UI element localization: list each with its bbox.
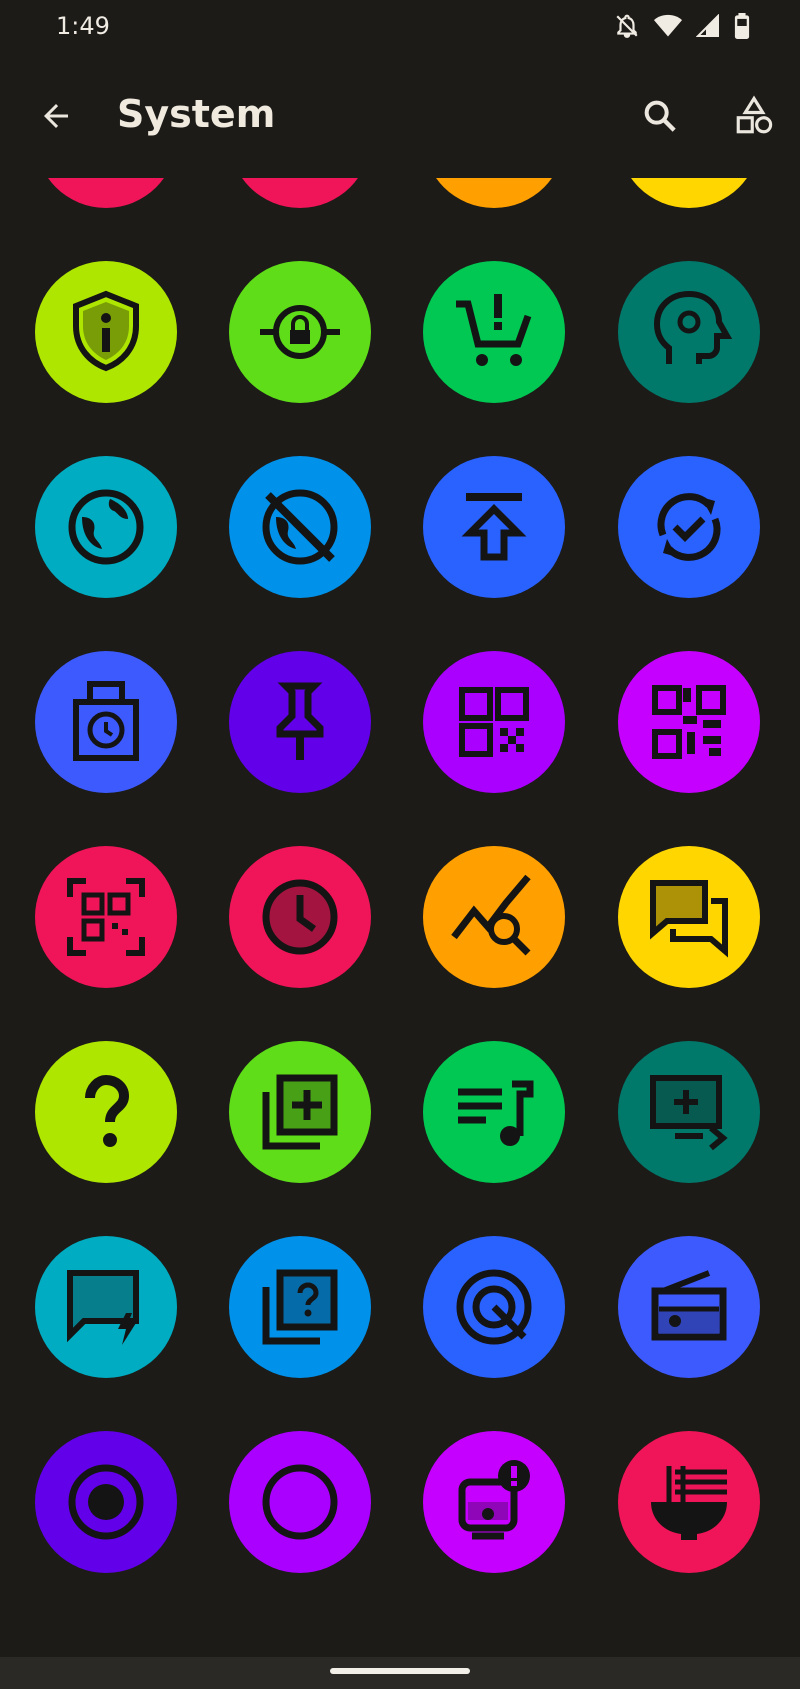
app-bar: System [0,70,800,166]
back-button[interactable] [28,88,84,144]
status-icons [614,12,750,40]
icon-tile[interactable] [229,1236,371,1378]
icon-tile[interactable] [35,456,177,598]
icon-tile[interactable] [618,846,760,988]
icon-tile[interactable] [423,1041,565,1183]
query-stats-icon [451,874,531,956]
clock-icon [262,879,338,955]
sync-check-icon [657,493,721,561]
icon-tile[interactable] [229,261,371,403]
wifi-icon [654,14,682,37]
cart-alert-icon [456,294,532,366]
pending-clock-box-icon [73,681,139,761]
security-info-icon [73,290,139,372]
icon-tile[interactable] [423,1236,565,1378]
queue-music-icon [458,1080,534,1146]
icon-tile[interactable] [618,261,760,403]
icon-tile[interactable] [423,178,565,208]
icon-tile[interactable] [229,651,371,793]
icon-tile[interactable] [229,846,371,988]
icon-grid [0,178,800,1658]
icon-tile[interactable] [618,178,760,208]
image-not-supported-icon [444,178,544,187]
help-icon [85,1074,130,1147]
publish-icon [461,493,527,561]
arrow-left-icon [44,104,68,128]
globe-icon [68,489,144,565]
search-button[interactable] [632,88,688,144]
shapes-icon [736,95,773,134]
icon-tile[interactable] [229,178,371,208]
navigation-bar [0,1657,800,1689]
screen-share-add-icon [650,1075,728,1151]
icon-tile[interactable] [423,846,565,988]
icon-tile[interactable] [35,1236,177,1378]
status-time: 1:49 [56,12,110,40]
icon-tile[interactable] [35,178,177,208]
icon-tile[interactable] [35,1041,177,1183]
globe-off-icon [262,489,338,565]
library-add-icon [262,1074,338,1150]
push-pin-icon [276,682,324,760]
quick-reply-icon [67,1270,139,1345]
cell-signal-icon [696,14,719,37]
status-bar: 1:49 [0,0,800,56]
shapes-button[interactable] [726,88,782,144]
device-alert-icon [458,1460,530,1540]
psychology-icon [653,290,733,364]
icon-tile[interactable] [618,1041,760,1183]
qr-code-2-icon [652,685,726,759]
qr-code-icon [459,687,529,757]
quiz-icon [262,1269,338,1345]
home-indicator[interactable] [330,1668,470,1674]
radar-icon [456,1269,532,1345]
chat-forum-icon [650,880,728,958]
icon-tile[interactable] [35,261,177,403]
radio-icon [651,1270,727,1341]
icon-tile[interactable] [618,1431,760,1573]
icon-tile[interactable] [618,456,760,598]
search-icon [644,100,676,132]
icon-tile[interactable] [618,1236,760,1378]
ramen-dining-icon [651,1466,727,1540]
battery-icon [734,13,750,39]
priority-icon [639,178,739,187]
radio-unchecked-icon [262,1464,338,1540]
icon-tile[interactable] [35,846,177,988]
icon-tile[interactable] [229,1431,371,1573]
icon-tile[interactable] [423,651,565,793]
notifications-off-icon [616,14,638,38]
vpn-lock-icon [260,305,340,359]
icon-tile[interactable] [229,1041,371,1183]
qr-scanner-icon [67,878,145,956]
page-title: System [117,92,276,136]
icon-tile[interactable] [423,261,565,403]
print-icon [250,178,350,187]
icon-tile[interactable] [229,456,371,598]
icon-tile[interactable] [35,651,177,793]
radio-checked-icon [68,1464,144,1540]
verified-user-icon [56,178,156,187]
icon-tile[interactable] [618,651,760,793]
icon-tile[interactable] [423,456,565,598]
icon-tile[interactable] [423,1431,565,1573]
icon-tile[interactable] [35,1431,177,1573]
